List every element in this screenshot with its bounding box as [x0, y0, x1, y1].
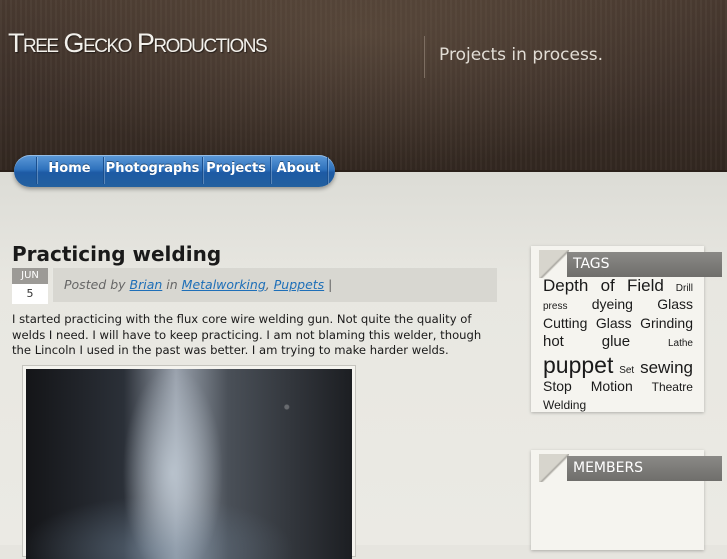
tag-cloud: Depth of Field Drill press dyeing Glass … [543, 276, 693, 415]
post-date-day: 5 [12, 284, 48, 304]
main-nav: Home Photographs Projects About [14, 155, 335, 187]
author-link[interactable]: Brian [130, 277, 163, 292]
category-link-metalworking[interactable]: Metalworking [182, 277, 266, 292]
post-title[interactable]: Practicing welding [12, 242, 221, 266]
category-separator: , [265, 277, 270, 292]
site-title[interactable]: Tree Gecko Productions [8, 28, 268, 59]
nav-item-about[interactable]: About [270, 155, 327, 187]
post-meta-text: Posted by Brian in Metalworking, Puppets… [64, 277, 332, 292]
post-meta: Posted by Brian in Metalworking, Puppets… [52, 268, 497, 302]
category-link-puppets[interactable]: Puppets [274, 277, 324, 292]
tag-link[interactable]: Welding [543, 398, 586, 412]
nav-item-projects[interactable]: Projects [202, 155, 270, 187]
site-header: Tree Gecko Productions Projects in proce… [0, 0, 727, 172]
tags-widget: TAGS Depth of Field Drill press dyeing G… [531, 246, 722, 415]
tag-link[interactable]: Motion [591, 378, 633, 394]
tag-link[interactable]: sewing [640, 358, 693, 377]
tag-link[interactable]: Set [619, 365, 634, 376]
tags-widget-title: TAGS [567, 252, 722, 277]
title-divider [424, 36, 425, 78]
members-widget: MEMBERS [531, 450, 722, 550]
tag-link[interactable]: press [543, 301, 567, 312]
tag-link[interactable]: Drill [676, 283, 693, 294]
tag-link[interactable]: glue [602, 333, 630, 350]
post-photo-frame [22, 365, 356, 559]
nav-separator [327, 157, 328, 184]
post-date-month: JUN [12, 268, 48, 284]
tag-link[interactable]: hot [543, 333, 564, 350]
nav-item-photographs[interactable]: Photographs [103, 155, 202, 187]
post-photo[interactable] [26, 369, 352, 559]
tag-link[interactable]: Glass [596, 315, 632, 331]
nav-item-home[interactable]: Home [36, 155, 103, 187]
page-curl-decoration [539, 250, 569, 278]
site-tagline: Projects in process. [439, 45, 604, 65]
tag-link[interactable]: Glass [657, 296, 693, 312]
tag-link[interactable]: Depth of Field [543, 276, 664, 295]
posted-by-label: Posted by [64, 277, 126, 292]
tag-link[interactable]: Cutting [543, 315, 587, 331]
post-body: I started practicing with the flux core … [12, 312, 482, 357]
members-widget-title: MEMBERS [567, 456, 722, 481]
meta-suffix: | [328, 277, 333, 292]
tag-link[interactable]: Grinding [640, 315, 693, 331]
in-label: in [166, 277, 178, 292]
tag-link[interactable]: puppet [543, 352, 613, 378]
page-curl-decoration [539, 454, 569, 482]
tag-link[interactable]: Theatre [652, 380, 693, 394]
tag-link[interactable]: Lathe [668, 338, 693, 349]
tag-link[interactable]: dyeing [592, 296, 633, 312]
tag-link[interactable]: Stop [543, 378, 572, 394]
